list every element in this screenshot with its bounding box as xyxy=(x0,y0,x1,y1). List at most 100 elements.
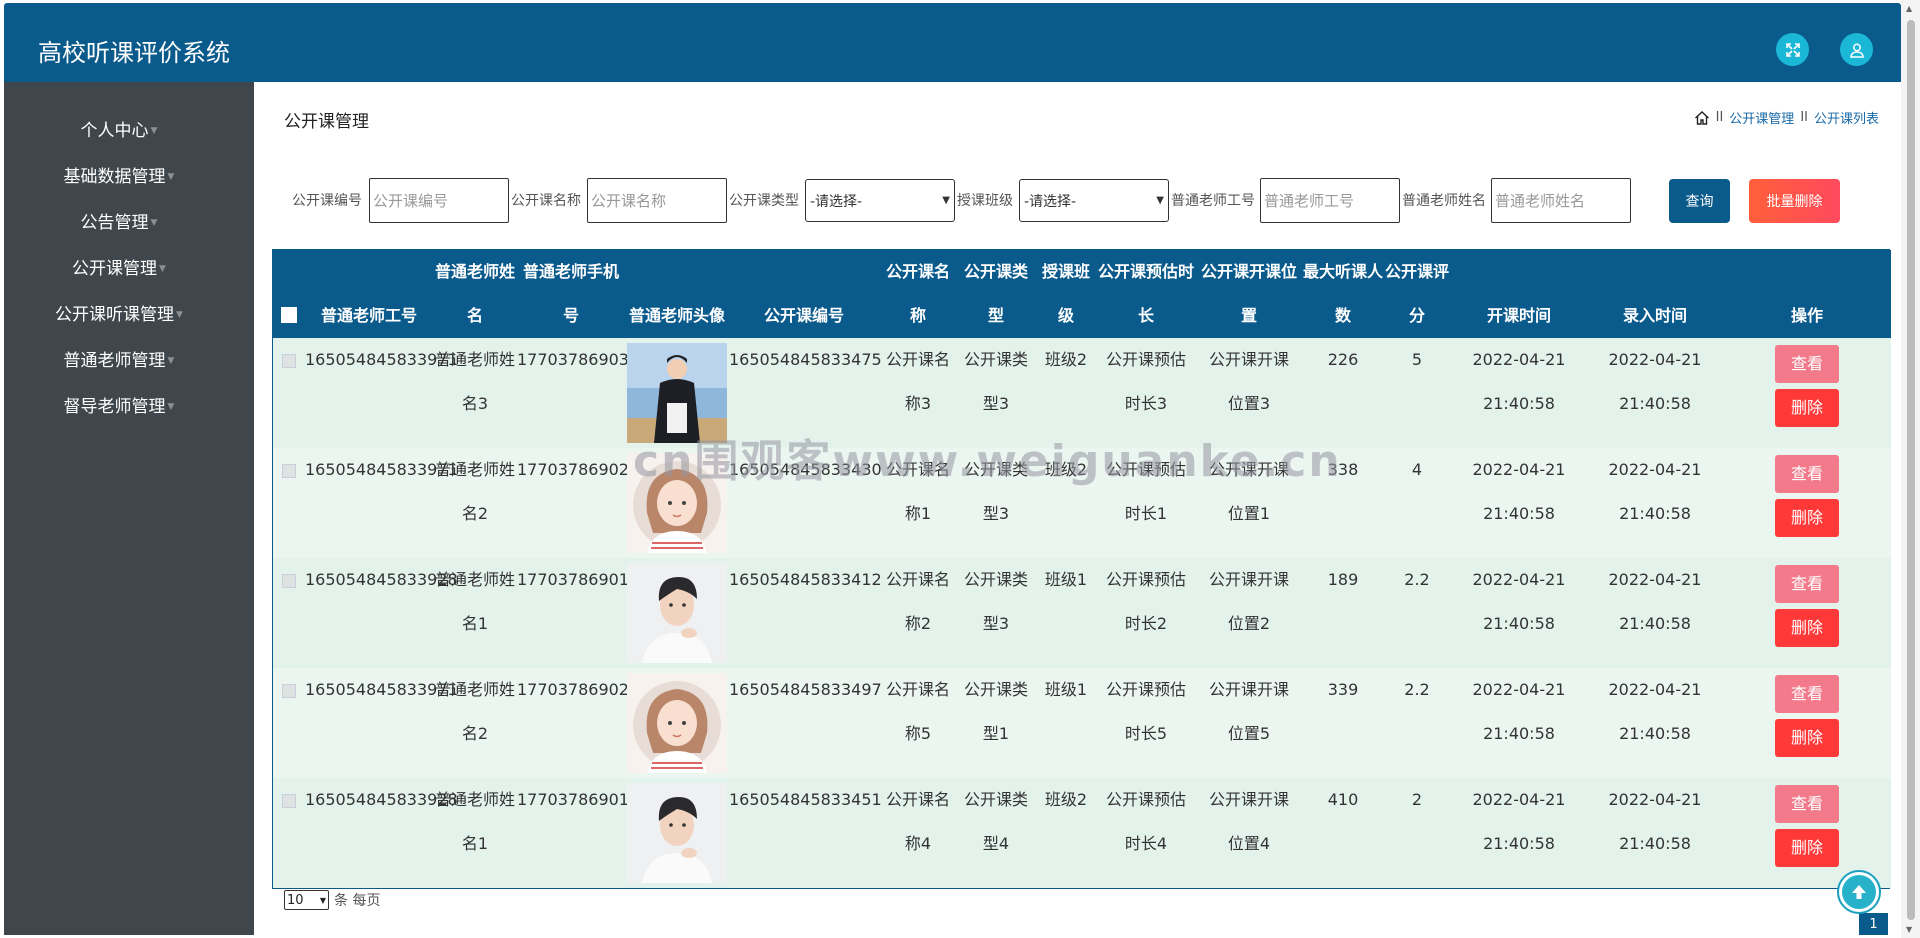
column-header: 操作 xyxy=(1723,250,1891,338)
entry-time-cell: 2022-04-21 21:40:58 xyxy=(1587,558,1723,668)
back-to-top-button[interactable] xyxy=(1837,870,1881,914)
breadcrumb-level2[interactable]: 公开课列表 xyxy=(1814,108,1879,127)
teacher-name-cell: 普通老师姓 名2 xyxy=(433,668,517,778)
row-select-cell xyxy=(273,338,305,448)
location-cell: 公开课开课 位置5 xyxy=(1195,668,1303,778)
row-select-cell xyxy=(273,668,305,778)
course-code-cell: 165054845833451 xyxy=(729,778,882,888)
class-cell: 班级1 xyxy=(1035,668,1097,778)
delete-button[interactable]: 删除 xyxy=(1775,829,1839,867)
view-button[interactable]: 查看 xyxy=(1775,455,1839,493)
duration-cell: 公开课预估 时长5 xyxy=(1097,668,1195,778)
row-checkbox[interactable] xyxy=(282,793,296,808)
view-button[interactable]: 查看 xyxy=(1775,345,1839,383)
row-select-cell xyxy=(273,448,305,558)
course-code-cell: 165054845833430 xyxy=(729,448,882,558)
course-name-cell: 公开课名 称1 xyxy=(879,448,957,558)
view-button[interactable]: 查看 xyxy=(1775,785,1839,823)
column-header: 录入时间 xyxy=(1587,250,1723,338)
query-button[interactable]: 查询 xyxy=(1669,179,1730,223)
user-icon xyxy=(1849,43,1864,58)
score-cell: 2.2 xyxy=(1383,668,1451,778)
duration-cell: 公开课预估 时长2 xyxy=(1097,558,1195,668)
teacher-phone-cell: 17703786901 xyxy=(517,558,629,668)
teacher-avatar-cell xyxy=(625,778,729,888)
teacher-phone-cell: 17703786901 xyxy=(517,778,629,888)
max-listeners-cell: 339 xyxy=(1303,668,1383,778)
duration-cell: 公开课预估 时长1 xyxy=(1097,448,1195,558)
sidebar: 个人中心 ▼ 基础数据管理 ▼ 公告管理 ▼ 公开课管理 ▼ 公开课听课管理 ▼ 普通老师… xyxy=(4,82,254,935)
sidebar-item-class-listening[interactable]: 公开课听课管理 ▼ xyxy=(4,300,234,325)
row-checkbox[interactable] xyxy=(282,463,296,478)
entry-time-cell: 2022-04-21 21:40:58 xyxy=(1587,338,1723,448)
caret-down-icon: ▼ xyxy=(167,356,175,366)
chevron-down-icon: ▼ xyxy=(319,895,326,905)
score-cell: 2 xyxy=(1383,778,1451,888)
view-button[interactable]: 查看 xyxy=(1775,565,1839,603)
class-cell: 班级2 xyxy=(1035,338,1097,448)
table-row: 165054845833928 普通老师姓 名1 17703786901 1650548… xyxy=(273,778,1891,888)
actions-cell: 查看 删除 xyxy=(1723,558,1891,668)
column-header: 公开课评分 xyxy=(1383,250,1451,338)
course-type-cell: 公开课类 型3 xyxy=(957,558,1035,668)
caret-down-icon: ▼ xyxy=(176,310,183,320)
max-listeners-cell: 410 xyxy=(1303,778,1383,888)
entry-time-cell: 2022-04-21 21:40:58 xyxy=(1587,448,1723,558)
sidebar-item-open-class[interactable]: 公开课管理 ▼ xyxy=(4,254,234,279)
delete-button[interactable]: 删除 xyxy=(1775,719,1839,757)
column-header: 授课班级 xyxy=(1035,250,1097,338)
scrollbar-thumb[interactable] xyxy=(1907,20,1915,920)
sidebar-item-supervisor[interactable]: 督导老师管理 ▼ xyxy=(4,392,234,417)
teacher-avatar xyxy=(627,343,727,443)
delete-button[interactable]: 删除 xyxy=(1775,609,1839,647)
page-scrollbar[interactable]: ▲ ▼ xyxy=(1901,0,1920,938)
max-listeners-cell: 189 xyxy=(1303,558,1383,668)
teacher-name-input[interactable] xyxy=(1491,178,1631,223)
select-all-checkbox[interactable] xyxy=(281,306,297,323)
view-button[interactable]: 查看 xyxy=(1775,675,1839,713)
sidebar-item-basic-data[interactable]: 基础数据管理 ▼ xyxy=(4,162,234,187)
teacher-avatar xyxy=(627,783,727,883)
bulk-delete-button[interactable]: 批量删除 xyxy=(1749,179,1840,223)
user-button[interactable] xyxy=(1840,33,1873,66)
sidebar-item-teacher[interactable]: 普通老师管理 ▼ xyxy=(4,346,234,371)
type-select[interactable]: -请选择- ▼ xyxy=(805,179,955,222)
select-all-header[interactable] xyxy=(273,250,305,338)
column-header: 公开课预估时长 xyxy=(1097,250,1195,338)
course-type-cell: 公开课类 型3 xyxy=(957,448,1035,558)
row-checkbox[interactable] xyxy=(282,573,296,588)
course-type-cell: 公开课类 型3 xyxy=(957,338,1035,448)
main-content: 公开课管理 II 公开课管理 II 公开课列表 公开课编号 公开课名称 公开课类… xyxy=(254,82,1901,935)
delete-button[interactable]: 删除 xyxy=(1775,499,1839,537)
expand-icon xyxy=(1785,42,1800,57)
class-cell: 班级2 xyxy=(1035,778,1097,888)
fullscreen-button[interactable] xyxy=(1776,33,1809,66)
teacher-name-cell: 普通老师姓 名3 xyxy=(433,338,517,448)
sidebar-item-notice[interactable]: 公告管理 ▼ xyxy=(4,208,234,233)
course-name-cell: 公开课名 称3 xyxy=(879,338,957,448)
scroll-down-icon[interactable]: ▼ xyxy=(1906,925,1912,934)
row-checkbox[interactable] xyxy=(282,353,296,368)
page-number-1[interactable]: 1 xyxy=(1859,913,1888,935)
name-input[interactable] xyxy=(587,178,727,223)
row-select-cell xyxy=(273,778,305,888)
teacher-no-input[interactable] xyxy=(1260,178,1400,223)
scroll-up-icon[interactable]: ▲ xyxy=(1906,4,1912,13)
breadcrumb-separator: II xyxy=(1715,110,1724,125)
teacher-name-cell: 普通老师姓 名1 xyxy=(433,778,517,888)
column-header: 普通老师姓名 xyxy=(433,250,517,338)
teacher-avatar xyxy=(627,673,727,773)
teacher-avatar xyxy=(627,453,727,553)
breadcrumb-level1[interactable]: 公开课管理 xyxy=(1729,108,1794,127)
max-listeners-cell: 226 xyxy=(1303,338,1383,448)
column-header: 普通老师手机号 xyxy=(517,250,625,338)
row-checkbox[interactable] xyxy=(282,683,296,698)
teacher-name-label: 普通老师姓名 xyxy=(1402,193,1486,209)
page-size-select[interactable]: 10 ▼ xyxy=(284,890,329,910)
home-icon[interactable] xyxy=(1694,110,1710,126)
sidebar-item-personal-center[interactable]: 个人中心 ▼ xyxy=(4,116,234,141)
code-input[interactable] xyxy=(369,178,509,223)
start-time-cell: 2022-04-21 21:40:58 xyxy=(1451,448,1587,558)
class-select[interactable]: -请选择- ▼ xyxy=(1019,179,1169,222)
delete-button[interactable]: 删除 xyxy=(1775,389,1839,427)
